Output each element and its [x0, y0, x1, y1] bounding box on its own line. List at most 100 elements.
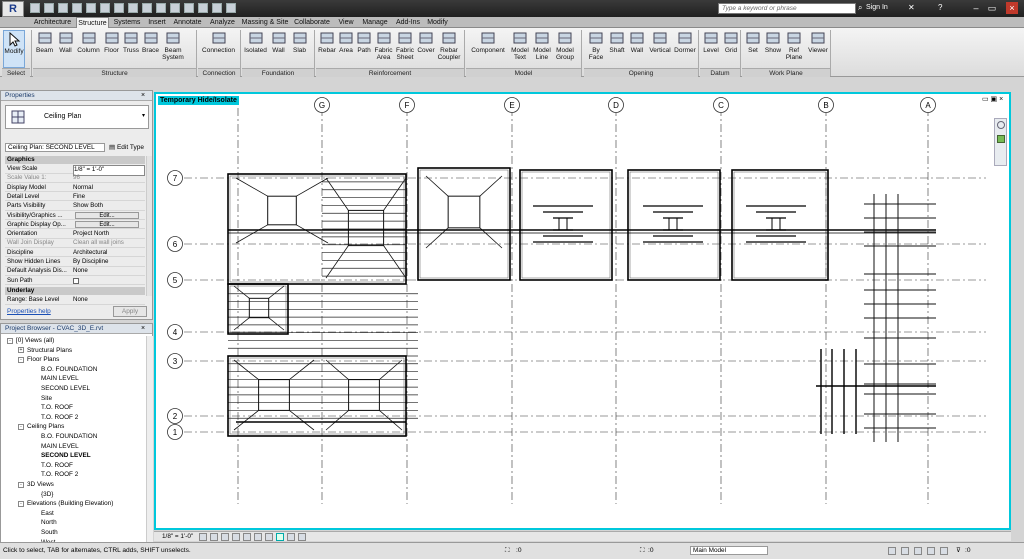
browser-item[interactable]: 3D Views	[27, 480, 54, 489]
worksets-icon[interactable]: ⛶	[505, 543, 510, 559]
isolated-button[interactable]: Isolated	[243, 30, 268, 68]
datum-panel-label[interactable]: Datum	[700, 68, 740, 77]
select-links-icon[interactable]	[888, 547, 896, 555]
help-icon[interactable]: ?	[938, 3, 942, 12]
browser-item[interactable]: SECOND LEVEL	[41, 451, 91, 460]
prop-row-range[interactable]: Range: Base Level None	[5, 296, 145, 305]
open-icon[interactable]	[30, 3, 40, 13]
sync-icon[interactable]	[58, 3, 68, 13]
view-scale-button[interactable]: 1/8" = 1'-0"	[162, 532, 193, 542]
edit-button[interactable]: Edit...	[75, 221, 139, 229]
area-button[interactable]: Area	[337, 30, 355, 68]
sign-in-link[interactable]: Sign In	[866, 3, 888, 13]
design-options-dropdown[interactable]: Main Model	[690, 546, 768, 555]
search-icon[interactable]: ⌕	[858, 3, 862, 13]
prop-row[interactable]: Orientation Project North	[5, 230, 145, 239]
ceiling-plan-drawing[interactable]: G F E D C B A 7 6 5 4 3 2 1	[156, 94, 1009, 528]
viewer-button[interactable]: Viewer	[805, 30, 831, 68]
tab-collaborate[interactable]: Collaborate	[292, 17, 332, 28]
tab-insert[interactable]: Insert	[145, 17, 169, 28]
connection-button[interactable]: Connection	[199, 30, 238, 68]
sun-path-checkbox[interactable]	[73, 277, 79, 284]
filter-icon[interactable]: ⊽	[956, 543, 961, 559]
rebar-coupler-button[interactable]: Rebar Coupler	[436, 30, 462, 68]
sun-path-icon[interactable]	[221, 533, 229, 541]
prop-row[interactable]: Visibility/Graphics ... Edit...	[5, 212, 145, 221]
tab-manage[interactable]: Manage	[359, 17, 391, 28]
close-browser-icon[interactable]: ×	[141, 325, 145, 332]
foundation-panel-label[interactable]: Foundation	[242, 68, 314, 77]
tab-massing-site[interactable]: Massing & Site	[240, 17, 290, 28]
close-palette-icon[interactable]: ×	[141, 92, 145, 99]
browser-item[interactable]: [0] Views (all)	[16, 336, 54, 345]
model-group-button[interactable]: Model Group	[553, 30, 577, 68]
tab-add-ins[interactable]: Add-Ins	[392, 17, 424, 28]
browser-item[interactable]: T.O. ROOF	[41, 461, 73, 470]
tab-analyze[interactable]: Analyze	[206, 17, 239, 28]
model-panel-label[interactable]: Model	[466, 68, 581, 77]
switch-windows-icon[interactable]	[212, 3, 222, 13]
browser-item[interactable]: B.O. FOUNDATION	[41, 365, 97, 374]
brace-button[interactable]: Brace	[140, 30, 161, 68]
wall-button[interactable]: Wall	[627, 30, 647, 68]
expand-toggle-icon[interactable]: -	[18, 481, 24, 488]
browser-item[interactable]: T.O. ROOF	[41, 403, 73, 412]
unlock-view-icon[interactable]	[265, 533, 273, 541]
editing-requests-icon[interactable]: ⛶	[640, 543, 645, 559]
shadows-icon[interactable]	[232, 533, 240, 541]
browser-item[interactable]: MAIN LEVEL	[41, 442, 79, 451]
browser-item[interactable]: South	[41, 528, 58, 537]
expand-toggle-icon[interactable]: +	[18, 347, 24, 354]
browser-item[interactable]: MAIN LEVEL	[41, 374, 79, 383]
rebar-button[interactable]: Rebar	[317, 30, 337, 68]
model-text-button[interactable]: Model Text	[509, 30, 531, 68]
tab-annotate[interactable]: Annotate	[170, 17, 205, 28]
expand-toggle-icon[interactable]: -	[18, 423, 24, 430]
select-by-face-icon[interactable]	[927, 547, 935, 555]
grid-button[interactable]: Grid	[721, 30, 741, 68]
truss-button[interactable]: Truss	[122, 30, 140, 68]
column-button[interactable]: Column	[76, 30, 101, 68]
hide-isolate-icon[interactable]	[276, 533, 284, 541]
cover-button[interactable]: Cover	[416, 30, 436, 68]
expand-toggle-icon[interactable]: -	[18, 500, 24, 507]
browser-item[interactable]: B.O. FOUNDATION	[41, 432, 97, 441]
instance-filter-dropdown[interactable]: Ceiling Plan: SECOND LEVEL	[5, 143, 105, 152]
model-line-button[interactable]: Model Line	[531, 30, 553, 68]
prop-row[interactable]: View Scale 1/8" = 1'-0"	[5, 165, 145, 176]
drag-on-selection-icon[interactable]	[940, 547, 948, 555]
prop-row[interactable]: Wall Join Display Clean all wall joins	[5, 239, 145, 248]
print-icon[interactable]	[100, 3, 110, 13]
select-panel-label[interactable]: Select	[2, 68, 30, 77]
path-button[interactable]: Path	[355, 30, 373, 68]
by-face-button[interactable]: By Face	[585, 30, 607, 68]
prop-row[interactable]: Show Hidden Lines By Discipline	[5, 258, 145, 267]
expand-toggle-icon[interactable]: -	[7, 337, 13, 344]
section-icon[interactable]	[170, 3, 180, 13]
browser-item[interactable]: East	[41, 509, 54, 518]
prop-row[interactable]: Sun Path	[5, 277, 145, 286]
fabric-sheet-button[interactable]: Fabric Sheet	[394, 30, 416, 68]
floor-button[interactable]: Floor	[101, 30, 122, 68]
reveal-hidden-icon[interactable]	[287, 533, 295, 541]
prop-row[interactable]: Parts Visibility Show Both	[5, 202, 145, 211]
select-pinned-icon[interactable]	[914, 547, 922, 555]
edit-type-button[interactable]: ▤ Edit Type	[109, 143, 144, 152]
edit-button[interactable]: Edit...	[75, 212, 139, 219]
browser-item[interactable]: Floor Plans	[27, 355, 59, 364]
browser-item[interactable]: SECOND LEVEL	[41, 384, 90, 393]
browser-item[interactable]: T.O. ROOF 2	[41, 413, 78, 422]
3d-view-icon[interactable]	[156, 3, 166, 13]
properties-help-link[interactable]: Properties help	[7, 308, 51, 315]
minimize-icon[interactable]: –	[970, 2, 982, 14]
browser-item[interactable]: T.O. ROOF 2	[41, 470, 78, 479]
graphics-group-header[interactable]: Graphics	[5, 156, 145, 164]
tab-modify[interactable]: Modify	[425, 17, 450, 28]
tag-icon[interactable]	[128, 3, 138, 13]
beam-system-button[interactable]: Beam System	[161, 30, 185, 68]
browser-item[interactable]: North	[41, 518, 57, 527]
modify-button[interactable]: Modify	[3, 30, 25, 68]
select-underlay-icon[interactable]	[901, 547, 909, 555]
drawing-area[interactable]: Temporary Hide/Isolate GFEDCBA7654321 ▭ …	[154, 92, 1011, 530]
browser-item[interactable]: Site	[41, 394, 52, 403]
